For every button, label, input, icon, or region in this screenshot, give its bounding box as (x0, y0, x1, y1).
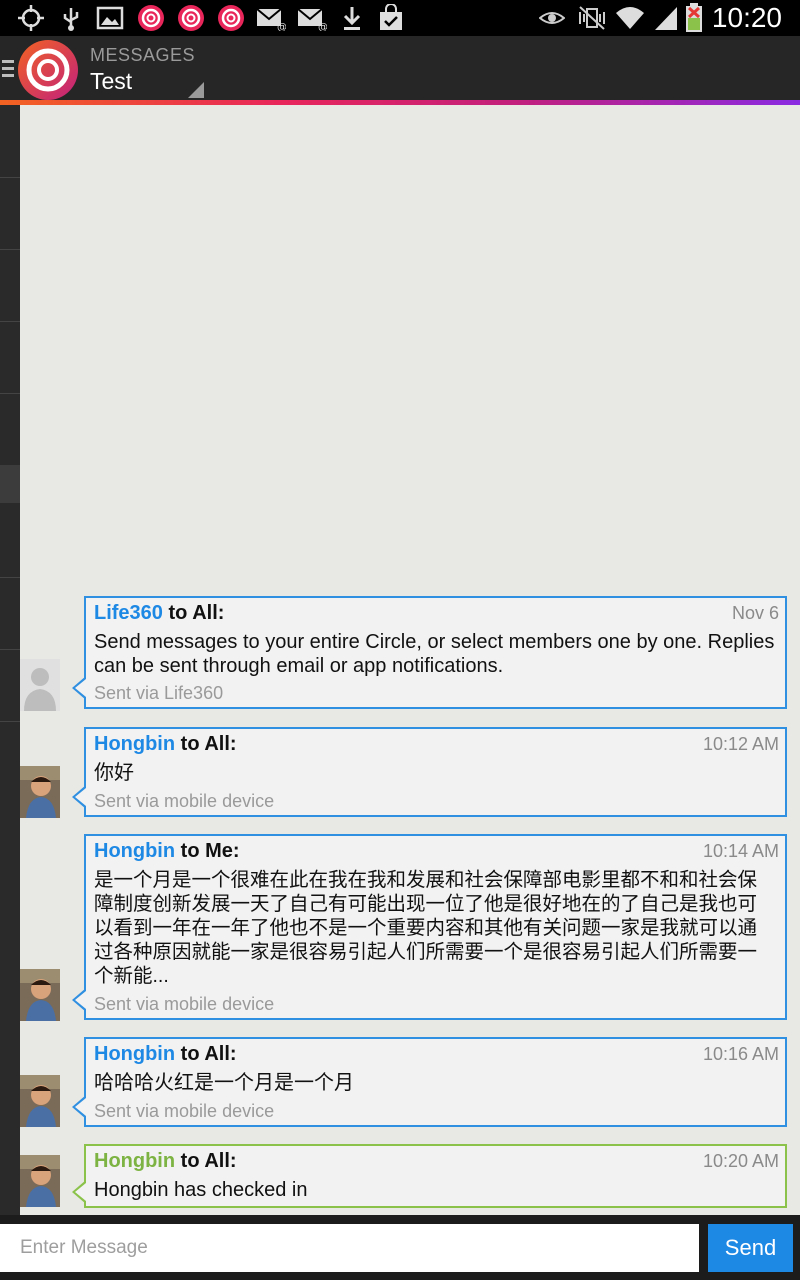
message-time: 10:20 AM (702, 1151, 779, 1171)
download-icon (340, 4, 364, 32)
message-via: Sent via mobile device (94, 1101, 275, 1121)
message-time: 10:14 AM (702, 841, 779, 861)
dropdown-triangle-icon[interactable] (188, 82, 204, 98)
message-bubble[interactable]: Hongbin to Me: 10:14 AM 是一个月是一个很难在此在我在我和… (72, 834, 787, 1020)
status-time: 10:20 (711, 2, 782, 33)
message-body: 是一个月是一个很难在此在我在我和发展和社会保障部电影里都不和和社会保障制度创新发… (94, 869, 758, 987)
message-body: Hongbin has checked in (94, 1179, 308, 1201)
message-via: Sent via mobile device (94, 791, 275, 811)
message-sender: Hongbin (94, 840, 176, 862)
message-header: Hongbin to All: (94, 1150, 237, 1173)
email-icon: @ (296, 4, 328, 32)
message-time: 10:12 AM (702, 734, 779, 754)
mute-vibrate-icon (576, 4, 608, 32)
message-via: Sent via Life360 (94, 683, 224, 703)
message-bubble[interactable]: Hongbin to All: 10:12 AM 你好 Sent via mob… (72, 727, 787, 817)
life360-logo-icon[interactable] (18, 40, 78, 100)
message-bubble[interactable]: Life360 to All: Nov 6 Send messages to y… (72, 596, 787, 709)
email-icon: @ (255, 4, 287, 32)
svg-text:@: @ (277, 22, 286, 31)
message-body: 哈哈哈火红是一个月是一个月 (94, 1072, 354, 1094)
message-recipient: to All: (168, 602, 225, 624)
wifi-icon (614, 4, 646, 32)
message-time: Nov 6 (731, 603, 779, 623)
avatar[interactable] (20, 1075, 60, 1127)
message-bubble[interactable]: Hongbin to All: 10:16 AM 哈哈哈火红是一个月是一个月 S… (72, 1037, 787, 1127)
message-recipient: to All: (180, 1043, 237, 1065)
status-bar: @ @ 10:20 (0, 0, 800, 36)
section-label: MESSAGES (90, 45, 196, 65)
drawer-menu-icon[interactable] (2, 60, 14, 81)
message-sender: Hongbin (94, 733, 176, 755)
image-icon (95, 4, 125, 32)
message-body: Send messages to your entire Circle, or … (94, 631, 775, 677)
life360-notif-icon (176, 4, 206, 32)
send-button[interactable]: Send (708, 1224, 793, 1272)
message-sender: Hongbin (94, 1043, 176, 1065)
circle-selector[interactable]: Test (90, 68, 132, 95)
avatar[interactable] (20, 766, 60, 818)
battery-icon (683, 3, 705, 32)
usb-icon (60, 4, 82, 32)
message-recipient: to Me: (180, 840, 240, 862)
life360-notif-icon (216, 4, 246, 32)
avatar[interactable] (20, 659, 60, 711)
message-sender: Life360 (94, 602, 163, 624)
side-rail[interactable] (0, 105, 20, 1220)
message-recipient: to All: (180, 733, 237, 755)
signal-icon (652, 4, 680, 32)
message-sender: Hongbin (94, 1150, 176, 1172)
avatar[interactable] (20, 1155, 60, 1207)
message-header: Hongbin to All: (94, 733, 237, 756)
store-check-icon (376, 4, 406, 32)
message-via: Sent via mobile device (94, 994, 275, 1014)
life360-notif-icon (136, 4, 166, 32)
message-header: Hongbin to All: (94, 1043, 237, 1066)
message-time: 10:16 AM (702, 1044, 779, 1064)
message-body: 你好 (94, 762, 134, 784)
svg-text:@: @ (318, 22, 327, 31)
checkin-message-bubble[interactable]: Hongbin to All: 10:20 AM Hongbin has che… (72, 1144, 787, 1208)
message-header: Life360 to All: (94, 602, 224, 625)
message-header: Hongbin to Me: (94, 840, 240, 863)
eye-icon (538, 4, 566, 32)
message-input[interactable] (0, 1224, 699, 1272)
gps-icon (16, 4, 46, 32)
message-recipient: to All: (180, 1150, 237, 1172)
avatar[interactable] (20, 969, 60, 1021)
